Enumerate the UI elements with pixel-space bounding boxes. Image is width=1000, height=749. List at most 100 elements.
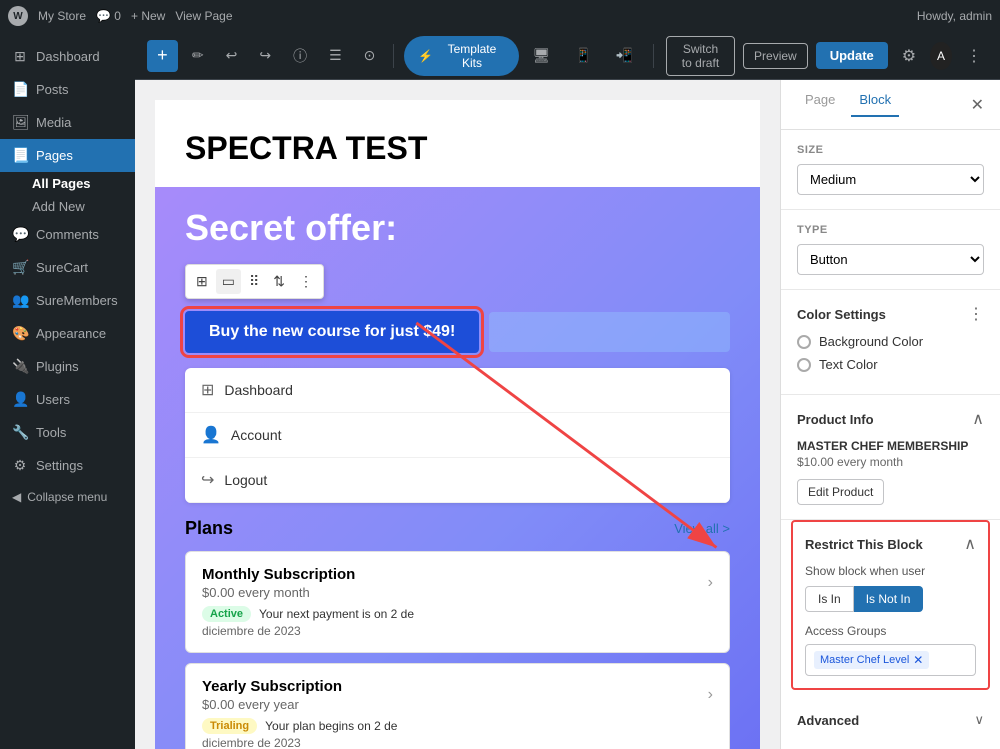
access-group-input[interactable]: Master Chef Level ✕ (805, 644, 976, 676)
plan-description-yearly: Your plan begins on 2 de (265, 719, 397, 733)
undo-button[interactable]: ↩ (218, 41, 246, 70)
cta-button[interactable]: Buy the new course for just $49! (185, 311, 479, 353)
size-select[interactable]: Medium Small Large (797, 164, 984, 195)
collapse-menu-button[interactable]: ◀ Collapse menu (0, 482, 135, 512)
background-color-option[interactable]: Background Color (797, 334, 984, 349)
add-block-button[interactable]: + (147, 40, 178, 72)
wp-logo-icon[interactable]: W (8, 6, 28, 26)
access-group-tag-label: Master Chef Level (820, 654, 909, 666)
size-section: SIZE Medium Small Large (781, 130, 1000, 210)
comments-count[interactable]: 💬 0 (96, 9, 121, 23)
sidebar-item-comments[interactable]: 💬 Comments (0, 218, 135, 251)
update-button[interactable]: Update (816, 42, 888, 69)
redo-button[interactable]: ↪ (251, 41, 279, 70)
appearance-icon: 🎨 (12, 325, 28, 342)
block-toolbar-grid-icon[interactable]: ⊞ (190, 269, 214, 294)
plan-price-monthly: $0.00 every month (202, 585, 708, 600)
edit-product-button[interactable]: Edit Product (797, 479, 884, 505)
pages-icon: 📃 (12, 147, 28, 164)
text-color-option[interactable]: Text Color (797, 357, 984, 372)
template-kits-icon: ⚡ (418, 49, 433, 63)
circle-button[interactable]: ⊙ (356, 41, 384, 70)
is-not-in-button[interactable]: Is Not In (854, 586, 924, 612)
block-toolbar-layout-icon[interactable]: ▭ (216, 269, 241, 294)
advanced-header[interactable]: Advanced ∨ (797, 712, 984, 728)
panel-close-button[interactable]: ✕ (971, 95, 984, 115)
access-group-tag-remove[interactable]: ✕ (913, 653, 923, 667)
dashboard-nav-item-logout[interactable]: ↪ Logout (185, 458, 730, 503)
tools-icon: 🔧 (12, 424, 28, 441)
switch-to-draft-button[interactable]: Switch to draft (666, 36, 735, 76)
sidebar-item-label: Posts (36, 82, 69, 97)
template-kits-button[interactable]: ⚡ Template Kits (404, 36, 518, 76)
collapse-menu-label: Collapse menu (27, 490, 107, 504)
editor-toolbar: + ✏ ↩ ↪ ⓘ ☰ ⊙ ⚡ Template Kits 🖥 📱 📲 Swit… (135, 32, 1000, 80)
sidebar-item-settings[interactable]: ⚙ Settings (0, 449, 135, 482)
gear-icon-button[interactable]: ⚙ (896, 40, 922, 72)
new-button[interactable]: + New (131, 9, 165, 23)
sidebar-item-label: Pages (36, 148, 73, 163)
plan-date-yearly: diciembre de 2023 (202, 736, 708, 749)
comments-icon: 💬 (12, 226, 28, 243)
plans-header: Plans View all > (185, 518, 730, 539)
more-options-button[interactable]: ⋮ (960, 40, 988, 72)
pencil-button[interactable]: ✏ (184, 41, 212, 70)
list-view-button[interactable]: ☰ (321, 41, 350, 70)
product-info-collapse-button[interactable]: ∧ (972, 409, 984, 429)
media-icon: 🖼 (12, 114, 28, 131)
show-block-label: Show block when user (805, 564, 976, 578)
info-button[interactable]: ⓘ (285, 40, 315, 72)
restrict-header: Restrict This Block ∧ (805, 534, 976, 554)
store-name[interactable]: My Store (38, 9, 86, 23)
sidebar-item-posts[interactable]: 📄 Posts (0, 73, 135, 106)
surecart-icon: 🛒 (12, 259, 28, 276)
plan-status-monthly: Active Your next payment is on 2 de (202, 606, 708, 622)
sidebar-item-appearance[interactable]: 🎨 Appearance (0, 317, 135, 350)
product-info-title: Product Info (797, 412, 874, 427)
settings-icon: ⚙ (12, 457, 28, 474)
sidebar-item-pages[interactable]: 📃 Pages (0, 139, 135, 172)
dashboard-nav-item-account[interactable]: 👤 Account (185, 413, 730, 458)
background-color-radio (797, 335, 811, 349)
sidebar-item-surecart[interactable]: 🛒 SureCart (0, 251, 135, 284)
color-settings-more-button[interactable]: ⋮ (968, 304, 984, 324)
sidebar-item-plugins[interactable]: 🔌 Plugins (0, 350, 135, 383)
sidebar-item-suremembers[interactable]: 👥 SureMembers (0, 284, 135, 317)
block-toolbar-arrows-icon[interactable]: ⇅ (267, 269, 291, 294)
sidebar-sub-add-new[interactable]: Add New (0, 195, 135, 218)
sidebar-sub-all-pages[interactable]: All Pages (0, 172, 135, 195)
tab-block[interactable]: Block (851, 92, 899, 117)
sidebar: ⊞ Dashboard 📄 Posts 🖼 Media 📃 Pages All … (0, 32, 135, 749)
tablet-view-button[interactable]: 📱 (566, 41, 599, 70)
plans-view-all[interactable]: View all > (674, 521, 730, 536)
posts-icon: 📄 (12, 81, 28, 98)
sidebar-item-media[interactable]: 🖼 Media (0, 106, 135, 139)
toolbar-separator-2 (653, 44, 654, 68)
plan-info-monthly: Monthly Subscription $0.00 every month A… (202, 566, 708, 638)
sidebar-item-users[interactable]: 👤 Users (0, 383, 135, 416)
product-info-section: Product Info ∧ MASTER CHEF MEMBERSHIP $1… (781, 395, 1000, 520)
sidebar-item-tools[interactable]: 🔧 Tools (0, 416, 135, 449)
plan-card-yearly: Yearly Subscription $0.00 every year Tri… (185, 663, 730, 749)
restrict-collapse-button[interactable]: ∧ (964, 534, 976, 554)
block-toolbar-more-icon[interactable]: ⋮ (293, 269, 319, 294)
dashboard-card: ⊞ Dashboard 👤 Account ↪ Logout (185, 368, 730, 503)
preview-button[interactable]: Preview (743, 43, 808, 69)
is-in-button[interactable]: Is In (805, 586, 854, 612)
plan-name-yearly: Yearly Subscription (202, 678, 708, 695)
block-toolbar-dots-icon[interactable]: ⠿ (243, 269, 265, 294)
secret-offer-title: Secret offer: (185, 207, 730, 249)
toolbar-right: 🖥 📱 📲 Switch to draft Preview Update ⚙ A… (525, 36, 988, 76)
type-label: TYPE (797, 224, 984, 236)
type-select[interactable]: Button Link (797, 244, 984, 275)
spectra-icon-button[interactable]: A (930, 42, 952, 70)
sidebar-item-label: Dashboard (36, 49, 100, 64)
plugins-icon: 🔌 (12, 358, 28, 375)
mobile-view-button[interactable]: 📲 (608, 41, 641, 70)
view-page-link[interactable]: View Page (175, 9, 232, 23)
tab-page[interactable]: Page (797, 92, 843, 117)
sidebar-item-dashboard[interactable]: ⊞ Dashboard (0, 40, 135, 73)
desktop-view-button[interactable]: 🖥 (525, 41, 559, 70)
content-split: SPECTRA TEST Secret offer: ⊞ ▭ ⠿ ⇅ ⋮ (135, 80, 1000, 749)
dashboard-nav-item-dashboard[interactable]: ⊞ Dashboard (185, 368, 730, 413)
